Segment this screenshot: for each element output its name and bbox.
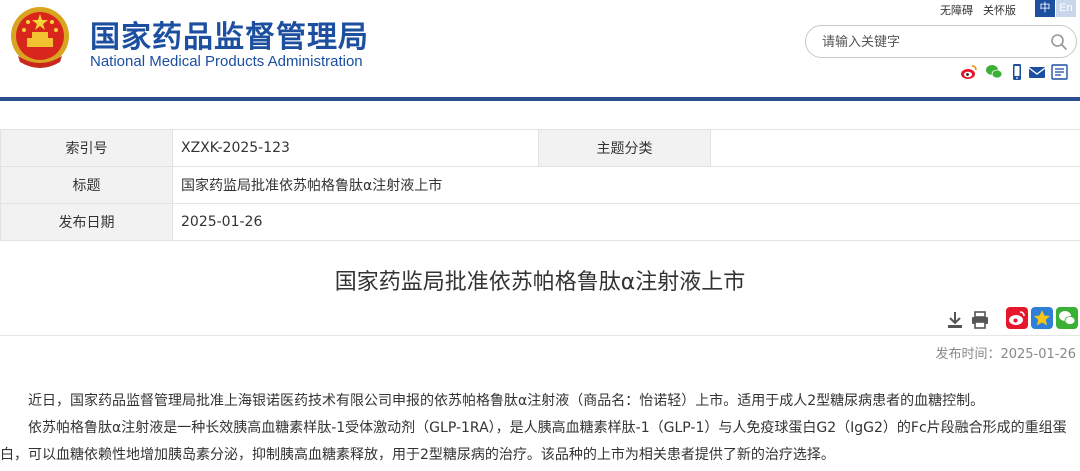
search-input[interactable]	[822, 33, 1042, 51]
index-label: 索引号	[0, 129, 173, 167]
content-divider	[0, 335, 1080, 336]
article-title: 国家药监局批准依苏帕格鲁肽α注射液上市	[334, 270, 746, 295]
site-name-cn[interactable]: 国家药品监督管理局	[90, 12, 369, 56]
elderly-mode-link[interactable]: 关怀版	[983, 2, 1016, 18]
lang-zh-button[interactable]: 中	[1035, 0, 1055, 17]
search-box	[805, 25, 1077, 58]
accessibility-link[interactable]: 无障碍	[940, 2, 973, 18]
article-body: 近日，国家药品监督管理局批准上海银诺医药技术有限公司申报的依苏帕格鲁肽α注射液（…	[0, 388, 1080, 469]
table-row: 标题 国家药监局批准依苏帕格鲁肽α注射液上市	[0, 166, 1080, 204]
date-label: 发布日期	[0, 203, 173, 241]
title-value: 国家药监局批准依苏帕格鲁肽α注射液上市	[172, 166, 1080, 204]
favorite-star-icon[interactable]	[1031, 307, 1053, 329]
article-paragraph: 近日，国家药品监督管理局批准上海银诺医药技术有限公司申报的依苏帕格鲁肽α注射液（…	[28, 393, 985, 409]
mobile-icon[interactable]	[1008, 63, 1026, 81]
table-row: 索引号 XZXK-2025-123 主题分类	[0, 129, 1080, 167]
header-divider	[0, 97, 1080, 101]
wechat-icon[interactable]	[985, 63, 1003, 81]
publish-time: 发布时间：2025-01-26	[935, 347, 1076, 362]
rss-icon[interactable]	[1051, 63, 1069, 81]
site-header: 国家药品监督管理局 National Medical Products Admi…	[0, 0, 1080, 98]
mail-icon[interactable]	[1028, 63, 1046, 81]
national-emblem-icon	[11, 7, 69, 68]
table-row: 发布日期 2025-01-26	[0, 203, 1080, 241]
category-value	[710, 129, 1080, 167]
weibo-icon[interactable]	[960, 63, 978, 81]
wechat-share-icon[interactable]	[1056, 307, 1078, 329]
print-icon[interactable]	[970, 310, 990, 330]
site-name-en[interactable]: National Medical Products Administration	[90, 53, 363, 70]
date-value: 2025-01-26	[172, 203, 1080, 241]
lang-en-button[interactable]: En	[1056, 0, 1076, 17]
download-icon[interactable]	[945, 310, 965, 330]
article-paragraph: 依苏帕格鲁肽α注射液是一种长效胰高血糖素样肽-1受体激动剂（GLP-1RA），是…	[0, 420, 1067, 463]
search-icon[interactable]	[1050, 33, 1068, 51]
title-label: 标题	[0, 166, 173, 204]
document-info-table: 索引号 XZXK-2025-123 主题分类 标题 国家药监局批准依苏帕格鲁肽α…	[0, 129, 1080, 241]
category-label: 主题分类	[538, 129, 711, 167]
index-value: XZXK-2025-123	[172, 129, 539, 167]
weibo-share-icon[interactable]	[1006, 307, 1028, 329]
